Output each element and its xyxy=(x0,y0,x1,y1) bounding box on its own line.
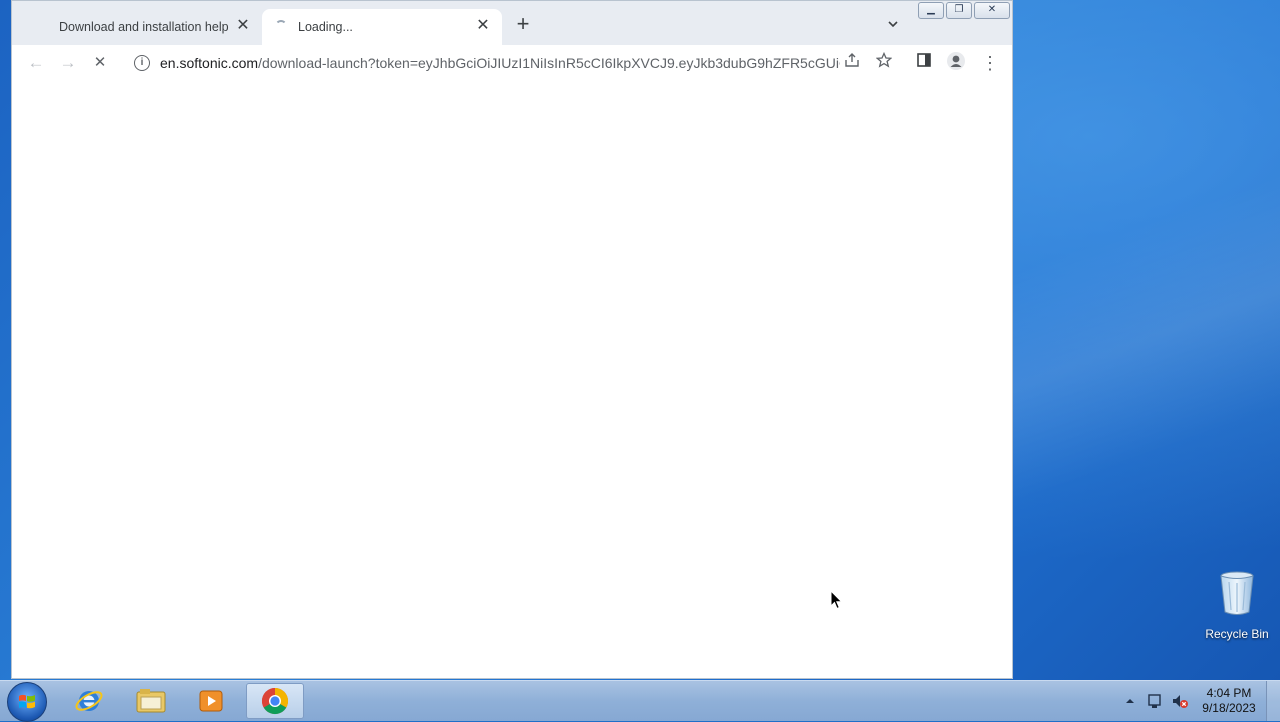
taskbar-chrome[interactable] xyxy=(246,683,304,719)
tab-download-help[interactable]: Download and installation help ✕ xyxy=(42,9,262,45)
window-controls: ▁ ❐ ✕ xyxy=(918,2,1012,19)
show-desktop-button[interactable] xyxy=(1266,681,1280,721)
profile-button[interactable] xyxy=(944,51,968,75)
side-panel-button[interactable] xyxy=(912,51,936,75)
taskbar: 4:04 PM 9/18/2023 xyxy=(0,680,1280,722)
media-player-icon xyxy=(199,690,223,712)
close-window-button[interactable]: ✕ xyxy=(974,2,1010,19)
chrome-window: Download and installation help ✕ Loading… xyxy=(11,0,1013,679)
start-button[interactable] xyxy=(7,682,47,722)
clock-date: 9/18/2023 xyxy=(1202,701,1256,715)
taskbar-internet-explorer[interactable] xyxy=(60,683,118,719)
share-icon xyxy=(845,53,859,67)
taskbar-media-player[interactable] xyxy=(182,683,240,719)
recycle-bin-label: Recycle Bin xyxy=(1205,627,1269,641)
profile-avatar-icon xyxy=(947,52,965,70)
chrome-icon xyxy=(261,687,289,715)
windows-explorer-icon xyxy=(136,689,166,713)
tab-strip: Download and installation help ✕ Loading… xyxy=(12,1,1012,45)
browser-toolbar: ← → ✕ i en.softonic.com/download-launch?… xyxy=(12,45,1012,82)
minimize-button[interactable]: ▁ xyxy=(918,2,944,19)
tab-title: Download and installation help xyxy=(59,20,229,34)
page-content-blank xyxy=(12,81,1012,678)
address-bar[interactable]: i en.softonic.com/download-launch?token=… xyxy=(124,48,844,78)
tab-close-icon[interactable]: ✕ xyxy=(474,17,492,35)
loading-spinner-icon xyxy=(275,20,287,32)
clock-time: 4:04 PM xyxy=(1206,686,1252,700)
windows-logo-icon xyxy=(19,694,35,709)
show-hidden-icons-icon[interactable] xyxy=(1124,696,1136,706)
forward-button[interactable]: → xyxy=(56,51,80,75)
internet-explorer-icon xyxy=(75,691,103,711)
url-path: /download-launch?token=eyJhbGciOiJIUzI1N… xyxy=(258,55,840,71)
star-icon xyxy=(875,51,893,68)
stop-loading-button[interactable]: ✕ xyxy=(88,51,112,75)
new-tab-button[interactable]: + xyxy=(512,13,534,36)
tab-title: Loading... xyxy=(298,20,353,34)
tab-search-button[interactable] xyxy=(884,16,902,34)
tab-loading[interactable]: Loading... ✕ xyxy=(262,9,502,45)
taskbar-windows-explorer[interactable] xyxy=(122,683,180,719)
url-text[interactable]: en.softonic.com/download-launch?token=ey… xyxy=(160,55,840,71)
maximize-button[interactable]: ❐ xyxy=(946,2,972,19)
action-center-flag-icon[interactable] xyxy=(1146,692,1164,710)
chevron-down-icon xyxy=(888,21,898,28)
chrome-menu-button[interactable]: ⋮ xyxy=(978,51,1002,75)
url-host: en.softonic.com xyxy=(160,55,259,71)
site-info-icon[interactable]: i xyxy=(134,55,150,71)
side-panel-icon xyxy=(917,53,931,67)
tab-close-icon[interactable]: ✕ xyxy=(234,17,252,35)
back-button[interactable]: ← xyxy=(24,51,48,75)
system-clock[interactable]: 4:04 PM 9/18/2023 xyxy=(1196,686,1262,716)
bookmark-star-button[interactable] xyxy=(872,51,896,75)
volume-muted-icon[interactable] xyxy=(1171,692,1189,710)
mouse-cursor-icon xyxy=(830,590,843,610)
share-button[interactable] xyxy=(840,51,864,75)
recycle-bin-icon xyxy=(1220,571,1254,615)
recycle-bin[interactable]: Recycle Bin xyxy=(1203,570,1271,641)
